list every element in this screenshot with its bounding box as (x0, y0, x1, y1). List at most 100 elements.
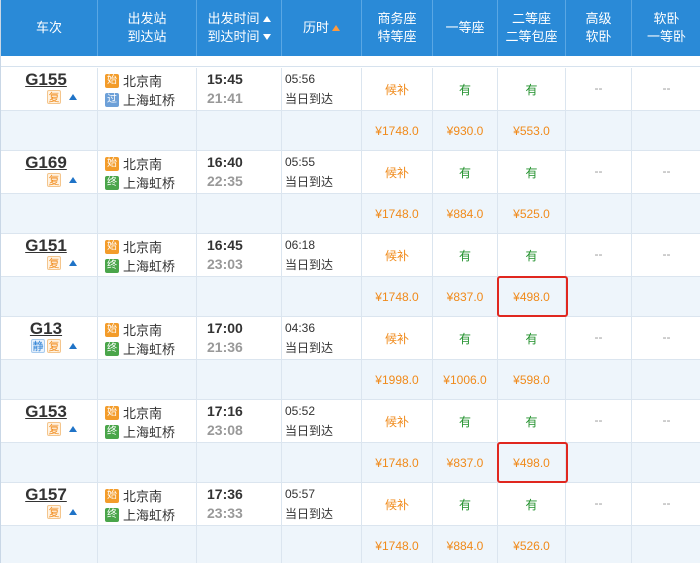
arrival-station[interactable]: 终上海虹桥 (105, 256, 175, 275)
business-seat[interactable]: 候补 (362, 247, 432, 264)
collapse-arrow-icon[interactable] (69, 426, 77, 432)
business-seat[interactable]: 候补 (362, 164, 432, 181)
collapse-arrow-icon[interactable] (69, 177, 77, 183)
header-business: 商务座 特等座 (377, 11, 417, 44)
terminal-station-icon: 终 (105, 175, 119, 190)
row-divider (1, 193, 700, 194)
header-stations: 出发站 到达站 (127, 11, 167, 44)
business-seat[interactable]: 候补 (362, 413, 432, 430)
column-divider (97, 234, 98, 317)
fuxing-badge: 复 (47, 505, 61, 519)
second-class-seat[interactable]: 有 (498, 81, 565, 98)
train-number-link[interactable]: G153 (21, 402, 71, 422)
train-badges: 复 (47, 256, 77, 270)
second-class-seat[interactable]: 有 (498, 247, 565, 264)
origin-station-icon: 始 (105, 156, 119, 171)
departure-station-name: 北京南 (123, 323, 163, 338)
train-number-link[interactable]: G13 (21, 319, 71, 339)
departure-time: 16:40 (207, 154, 243, 170)
first-class-seat[interactable]: 有 (433, 496, 497, 513)
train-badges: 复 (47, 422, 77, 436)
soft-sleeper: -- (662, 496, 671, 510)
departure-station-name: 北京南 (123, 157, 163, 172)
train-badges: 复 (47, 90, 77, 104)
departure-station[interactable]: 始北京南 (105, 237, 162, 256)
departure-station[interactable]: 始北京南 (105, 486, 162, 505)
soft-sleeper: -- (662, 413, 671, 427)
arrival-station[interactable]: 过上海虹桥 (105, 90, 175, 109)
business-seat[interactable]: 候补 (362, 496, 432, 513)
column-divider (196, 68, 197, 151)
row-divider (1, 359, 700, 360)
arrival-station[interactable]: 终上海虹桥 (105, 173, 175, 192)
business-seat[interactable]: 候补 (362, 81, 432, 98)
departure-time: 17:00 (207, 320, 243, 336)
sort-asc-icon[interactable] (332, 25, 340, 31)
arrival-time: 23:33 (207, 505, 243, 521)
departure-station-name: 北京南 (123, 406, 163, 421)
train-number-link[interactable]: G157 (21, 485, 71, 505)
first-class-seat[interactable]: 有 (433, 330, 497, 347)
departure-time: 15:45 (207, 71, 243, 87)
duration: 05:56 (285, 72, 316, 86)
arrival-note: 当日到达 (285, 92, 334, 106)
collapse-arrow-icon[interactable] (69, 509, 77, 515)
origin-station-icon: 始 (105, 488, 119, 503)
second-class-price: ¥526.0 (513, 539, 550, 553)
train-number-link[interactable]: G169 (21, 153, 71, 173)
price-highlight-box (497, 442, 568, 483)
collapse-arrow-icon[interactable] (69, 343, 77, 349)
premium-soft-sleeper: -- (594, 496, 603, 510)
arrival-note: 当日到达 (285, 507, 334, 521)
first-class-seat[interactable]: 有 (433, 247, 497, 264)
train-number-link[interactable]: G155 (21, 70, 71, 90)
duration: 04:36 (285, 321, 316, 335)
second-class-seat[interactable]: 有 (498, 496, 565, 513)
first-class-seat[interactable]: 有 (433, 413, 497, 430)
price-row (1, 525, 700, 563)
train-number-link[interactable]: G151 (21, 236, 71, 256)
column-divider (281, 400, 282, 483)
column-divider (196, 317, 197, 400)
column-divider (196, 151, 197, 234)
arrival-time: 23:03 (207, 256, 243, 272)
price-row (1, 442, 700, 483)
second-class-seat[interactable]: 有 (498, 413, 565, 430)
arrival-station-name: 上海虹桥 (123, 259, 176, 274)
second-class-price: ¥525.0 (513, 207, 550, 221)
header-duration[interactable]: 历时 (282, 0, 361, 56)
arrival-station[interactable]: 终上海虹桥 (105, 339, 175, 358)
column-divider (97, 68, 98, 151)
departure-station[interactable]: 始北京南 (105, 320, 162, 339)
arrival-station-name: 上海虹桥 (123, 176, 176, 191)
origin-station-icon: 始 (105, 73, 119, 88)
duration: 06:18 (285, 238, 316, 252)
first-class-seat[interactable]: 有 (433, 81, 497, 98)
departure-station[interactable]: 始北京南 (105, 403, 162, 422)
arrival-station[interactable]: 终上海虹桥 (105, 505, 175, 524)
departure-station[interactable]: 始北京南 (105, 71, 162, 90)
fuxing-badge: 复 (47, 339, 61, 353)
arrival-station[interactable]: 终上海虹桥 (105, 422, 175, 441)
train-badges: 复 (47, 173, 77, 187)
first-class-price: ¥837.0 (446, 456, 484, 470)
header-times[interactable]: 出发时间 到达时间 (197, 0, 281, 56)
first-class-price: ¥884.0 (446, 539, 484, 553)
collapse-arrow-icon[interactable] (69, 260, 77, 266)
header-first: 一等座 (445, 20, 485, 35)
arrival-station-name: 上海虹桥 (123, 93, 176, 108)
terminal-station-icon: 终 (105, 424, 119, 439)
departure-station[interactable]: 始北京南 (105, 154, 162, 173)
second-class-seat[interactable]: 有 (498, 164, 565, 181)
second-class-seat[interactable]: 有 (498, 330, 565, 347)
business-seat[interactable]: 候补 (362, 330, 432, 347)
arrival-note: 当日到达 (285, 175, 334, 189)
header-second: 二等座 二等包座 (505, 11, 558, 44)
sort-desc-icon[interactable] (262, 34, 271, 40)
arrival-station-name: 上海虹桥 (123, 342, 176, 357)
column-divider (97, 483, 98, 563)
collapse-arrow-icon[interactable] (69, 94, 77, 100)
sort-asc-icon[interactable] (262, 16, 271, 22)
first-class-seat[interactable]: 有 (433, 164, 497, 181)
price-highlight-box (497, 276, 568, 317)
